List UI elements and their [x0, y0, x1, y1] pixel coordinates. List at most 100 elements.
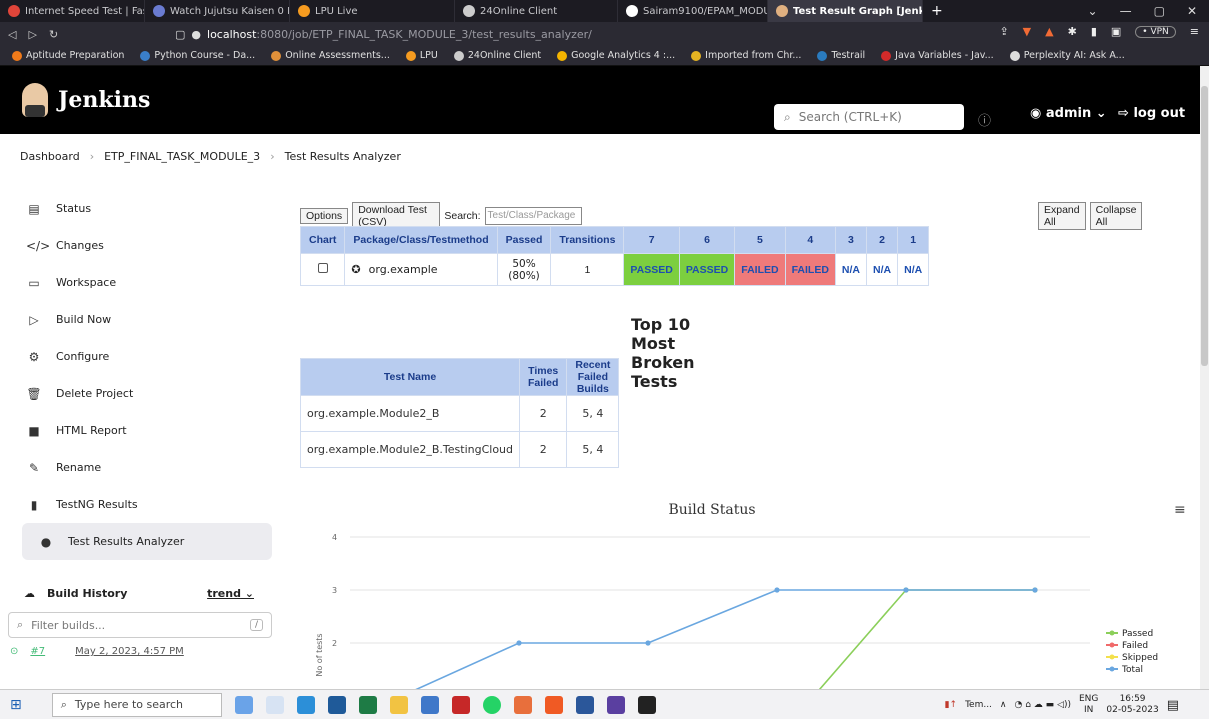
build-status-cell[interactable]: FAILED	[784, 253, 836, 286]
column-header[interactable]: 7	[623, 226, 680, 254]
column-header[interactable]: 5	[734, 226, 786, 254]
browser-tab[interactable]: Internet Speed Test | Fast.com	[0, 0, 145, 22]
data-point[interactable]	[1032, 587, 1038, 593]
back-icon[interactable]: ◁	[8, 28, 16, 41]
reload-icon[interactable]: ↻	[49, 28, 58, 41]
edge-icon[interactable]	[296, 695, 315, 714]
legend-label[interactable]: Passed	[1122, 629, 1153, 639]
notification-icon[interactable]: ▤	[1167, 698, 1179, 713]
clock[interactable]: 16:59 02-05-2023	[1106, 694, 1158, 716]
browser-tab[interactable]: 24Online Client	[455, 0, 618, 22]
sidebar-item-testng-results[interactable]: ▮ TestNG Results	[0, 486, 280, 523]
column-header[interactable]: 3	[834, 226, 868, 254]
bookmark-item[interactable]: LPU	[405, 50, 438, 61]
sidebar-item-workspace[interactable]: ▭ Workspace	[0, 264, 280, 301]
failed-builds-link[interactable]: 5, 4	[566, 395, 620, 432]
weather-label[interactable]: Tem...	[965, 700, 992, 710]
build-status-cell[interactable]: PASSED	[623, 253, 680, 286]
sidebar-item-test-results-analyzer[interactable]: ● Test Results Analyzer	[22, 523, 272, 560]
chevron-down-icon[interactable]: ⌄	[1088, 4, 1098, 18]
weather-icon[interactable]: ▮↑	[945, 700, 958, 710]
sidebar-item-status[interactable]: ▤ Status	[0, 190, 280, 227]
build-id[interactable]: #7	[30, 646, 45, 657]
whatsapp-icon[interactable]	[482, 695, 501, 714]
app-icon[interactable]	[513, 695, 532, 714]
sidebar-item-changes[interactable]: </> Changes	[0, 227, 280, 264]
file-explorer-icon[interactable]	[389, 695, 408, 714]
tray-icons[interactable]: ◔ ⌂ ☁ ▬ ◁))	[1015, 700, 1071, 710]
brave-shield-icon[interactable]: ▼	[1023, 25, 1031, 38]
series-line-passed[interactable]	[390, 589, 1035, 690]
close-icon[interactable]: ✕	[1187, 4, 1197, 18]
extensions-icon[interactable]: ✱	[1068, 25, 1077, 38]
bookmark-item[interactable]: 24Online Client	[453, 50, 541, 61]
bookmark-icon[interactable]: ▢	[175, 28, 185, 41]
rewards-icon[interactable]: ▲	[1045, 25, 1053, 38]
terminal-icon[interactable]	[637, 695, 656, 714]
browser-tab[interactable]: Watch Jujutsu Kaisen 0 Movie En	[145, 0, 290, 22]
legend-label[interactable]: Skipped	[1122, 653, 1158, 663]
windows-start-icon[interactable]: ⊞	[10, 697, 22, 713]
browser-tab[interactable]: Test Result Graph [Jenkins]✕	[768, 0, 923, 22]
sidebar-item-delete-project[interactable]: 🗑 Delete Project	[0, 375, 280, 412]
series-line-total[interactable]	[390, 589, 1035, 690]
page-scrollbar[interactable]	[1200, 66, 1209, 689]
bookmark-item[interactable]: Imported from Chr...	[691, 50, 801, 61]
sidebar-item-rename[interactable]: ✎ Rename	[0, 449, 280, 486]
share-icon[interactable]: ⇪	[999, 25, 1008, 38]
package-name[interactable]: org.example	[369, 263, 438, 276]
chart-checkbox[interactable]	[317, 263, 328, 273]
forward-icon[interactable]: ▷	[28, 28, 36, 41]
build-status-cell[interactable]: FAILED	[734, 253, 786, 286]
sidebar-toggle-icon[interactable]: ▮	[1091, 25, 1097, 38]
bookmark-item[interactable]: Java Variables - Jav...	[881, 50, 994, 61]
lang-indicator[interactable]: ENG IN	[1079, 694, 1098, 716]
chart-menu-icon[interactable]: ≡	[1174, 502, 1186, 518]
failed-builds-link[interactable]: 5, 4	[566, 431, 620, 468]
breadcrumb-dashboard[interactable]: Dashboard	[20, 150, 80, 163]
expand-all-button[interactable]: Expand All	[1038, 202, 1086, 230]
filter-builds-input[interactable]: ⌕ Filter builds... /	[8, 612, 272, 638]
help-icon[interactable]: ⓘ	[978, 110, 991, 129]
excel-icon[interactable]	[358, 695, 377, 714]
build-status-cell[interactable]: N/A	[834, 253, 868, 286]
sidebar-item-configure[interactable]: ⚙ Configure	[0, 338, 280, 375]
brave-icon[interactable]	[544, 695, 563, 714]
column-header[interactable]: 2	[866, 226, 899, 254]
menu-icon[interactable]: ≡	[1190, 25, 1199, 38]
scrollbar-thumb[interactable]	[1201, 86, 1208, 366]
new-tab-icon[interactable]: +	[923, 3, 951, 19]
bookmark-item[interactable]: Python Course - Da...	[140, 50, 255, 61]
breadcrumb-job[interactable]: ETP_FINAL_TASK_MODULE_3	[104, 150, 260, 163]
taskbar-search[interactable]: ⌕ Type here to search	[51, 692, 222, 717]
jenkins-logo[interactable]: Jenkins	[0, 83, 150, 117]
search-box[interactable]: ⌕ Search (CTRL+K)	[774, 104, 964, 130]
user-menu[interactable]: ◉ admin ⌄	[1030, 106, 1107, 121]
column-header[interactable]: Package/Class/Testmethod	[344, 226, 498, 254]
build-status-cell[interactable]: N/A	[866, 253, 899, 286]
data-point[interactable]	[645, 640, 651, 646]
build-status-cell[interactable]: N/A	[897, 253, 930, 286]
options-button[interactable]: Options	[300, 208, 349, 224]
trend-link[interactable]: trend ⌄	[207, 587, 254, 600]
legend-label[interactable]: Failed	[1122, 641, 1148, 651]
bookmark-item[interactable]: Aptitude Preparation	[12, 50, 124, 61]
data-point[interactable]	[516, 640, 522, 646]
build-status-cell[interactable]: PASSED	[678, 253, 736, 286]
column-header[interactable]: Chart	[299, 226, 346, 254]
store-icon[interactable]	[327, 695, 346, 714]
maximize-icon[interactable]: ▢	[1154, 4, 1165, 18]
bookmark-item[interactable]: Testrail	[817, 50, 865, 61]
netflix-icon[interactable]	[451, 695, 470, 714]
bookmark-item[interactable]: Online Assessments...	[271, 50, 390, 61]
tray-chevron-icon[interactable]: ∧	[1000, 700, 1007, 710]
bookmark-item[interactable]: Google Analytics 4 :...	[557, 50, 675, 61]
sidebar-item-html-report[interactable]: ■ HTML Report	[0, 412, 280, 449]
test-search-input[interactable]: Test/Class/Package	[484, 207, 583, 225]
data-point[interactable]	[903, 587, 909, 593]
column-header[interactable]: 4	[784, 226, 836, 254]
breadcrumb-current[interactable]: Test Results Analyzer	[285, 150, 401, 163]
vpn-button[interactable]: • VPN	[1135, 25, 1176, 38]
column-header[interactable]: 1	[897, 226, 930, 254]
widgets-icon[interactable]	[234, 695, 253, 714]
